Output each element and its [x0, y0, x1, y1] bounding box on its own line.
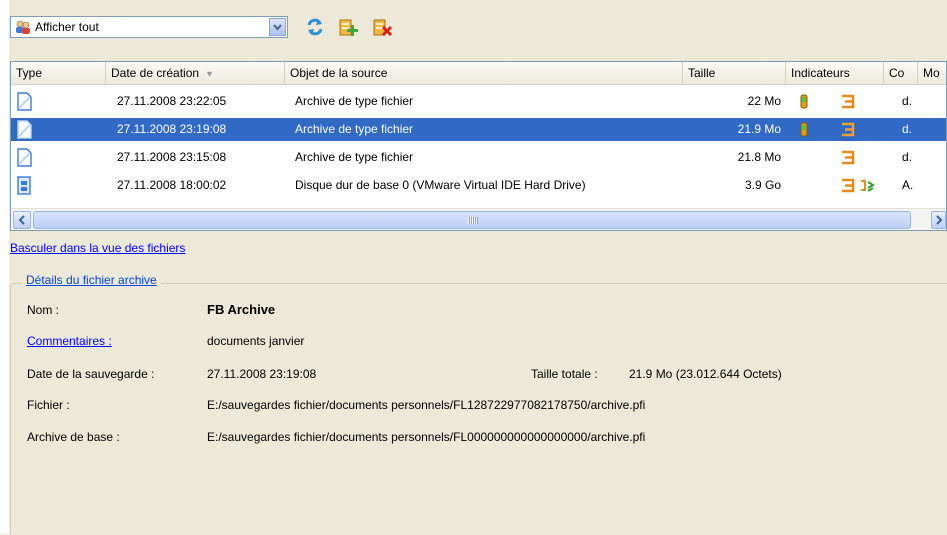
column-header-size[interactable]: Taille: [683, 62, 786, 84]
file-archive-icon: [17, 92, 32, 111]
row-date: 27.11.2008 23:15:08: [117, 150, 227, 164]
row-size: 3.9 Go: [744, 178, 781, 192]
archive-chain-icon: [842, 150, 855, 165]
users-filter-icon: [16, 20, 30, 34]
archive-chain-icon: [842, 178, 855, 193]
sync-indicator-icon: [861, 180, 875, 192]
row-date: 27.11.2008 23:22:05: [117, 94, 227, 108]
dropdown-button[interactable]: [269, 18, 286, 36]
row-source: Disque dur de base 0 (VMware Virtual IDE…: [295, 178, 586, 192]
archive-chain-icon: [842, 94, 855, 109]
scrollbar-grip: [468, 217, 478, 224]
status-indicator-icon: [800, 94, 808, 109]
list-header: Type Date de création ▼ Objet de la sourc…: [11, 62, 946, 85]
archive-details-title: Détails du fichier archive: [22, 273, 161, 287]
comments-value: documents janvier: [207, 334, 305, 348]
column-header-indicators[interactable]: Indicateurs: [786, 62, 884, 84]
column-header-source[interactable]: Objet de la source: [285, 62, 683, 84]
name-value: FB Archive: [207, 302, 276, 317]
scroll-left-button[interactable]: [13, 211, 31, 229]
table-row[interactable]: 27.11.2008 23:22:05 Archive de type fich…: [11, 90, 946, 113]
column-header-co[interactable]: Co: [884, 62, 918, 84]
chevron-right-icon: [936, 215, 943, 225]
archive-chain-icon: [842, 122, 855, 137]
file-label: Fichier :: [27, 398, 70, 412]
row-co: A.: [902, 178, 914, 192]
scroll-right-button[interactable]: [931, 211, 946, 229]
chevron-down-icon: [273, 24, 282, 31]
row-co: d.: [902, 122, 913, 136]
file-archive-icon: [17, 148, 32, 167]
scrollbar-thumb[interactable]: [33, 211, 911, 229]
chevron-left-icon: [18, 215, 25, 225]
window-left-edge: [0, 0, 9, 534]
column-header-date[interactable]: Date de création ▼: [106, 62, 285, 84]
base-archive-label: Archive de base :: [27, 430, 120, 444]
archive-list[interactable]: Type Date de création ▼ Objet de la sourc…: [10, 61, 947, 231]
row-co: d.: [902, 150, 913, 164]
row-source: Archive de type fichier: [295, 150, 414, 164]
table-row[interactable]: 27.11.2008 23:15:08 Archive de type fich…: [11, 146, 946, 169]
switch-to-file-view-link[interactable]: Basculer dans la vue des fichiers: [10, 241, 185, 255]
total-size-label: Taille totale :: [531, 367, 598, 381]
row-source: Archive de type fichier: [295, 94, 414, 108]
refresh-icon[interactable]: [304, 16, 326, 38]
backup-date-value: 27.11.2008 23:19:08: [207, 367, 317, 381]
add-archive-icon[interactable]: [338, 16, 360, 38]
table-row-selected[interactable]: 27.11.2008 23:19:08 Archive de type fich…: [11, 118, 946, 141]
row-date: 27.11.2008 23:19:08: [117, 122, 227, 136]
file-path-value: E:/sauvegardes fichier/documents personn…: [207, 398, 646, 412]
column-header-mo[interactable]: Mo: [918, 62, 946, 84]
row-source: Archive de type fichier: [295, 122, 414, 136]
filter-dropdown[interactable]: Afficher tout: [10, 16, 288, 38]
row-date: 27.11.2008 18:00:02: [117, 178, 227, 192]
filter-dropdown-value: Afficher tout: [35, 20, 99, 34]
row-size: 22 Mo: [747, 94, 781, 108]
name-label: Nom :: [27, 303, 60, 317]
column-header-type[interactable]: Type: [11, 62, 106, 84]
table-row[interactable]: 27.11.2008 18:00:02 Disque dur de base 0…: [11, 174, 946, 197]
comments-link[interactable]: Commentaires :: [27, 334, 112, 348]
delete-archive-icon[interactable]: [372, 16, 394, 38]
backup-date-label: Date de la sauvegarde :: [27, 367, 155, 381]
status-indicator-icon: [800, 122, 808, 137]
disk-archive-icon: [17, 176, 31, 195]
file-archive-icon: [17, 120, 32, 139]
base-archive-path-value: E:/sauvegardes fichier/documents personn…: [207, 430, 646, 444]
row-co: d.: [902, 94, 913, 108]
sort-descending-icon: ▼: [205, 69, 214, 79]
row-size: 21.9 Mo: [737, 122, 781, 136]
row-size: 21.8 Mo: [737, 150, 781, 164]
total-size-value: 21.9 Mo (23.012.644 Octets): [629, 367, 782, 381]
horizontal-scrollbar[interactable]: [11, 208, 946, 230]
